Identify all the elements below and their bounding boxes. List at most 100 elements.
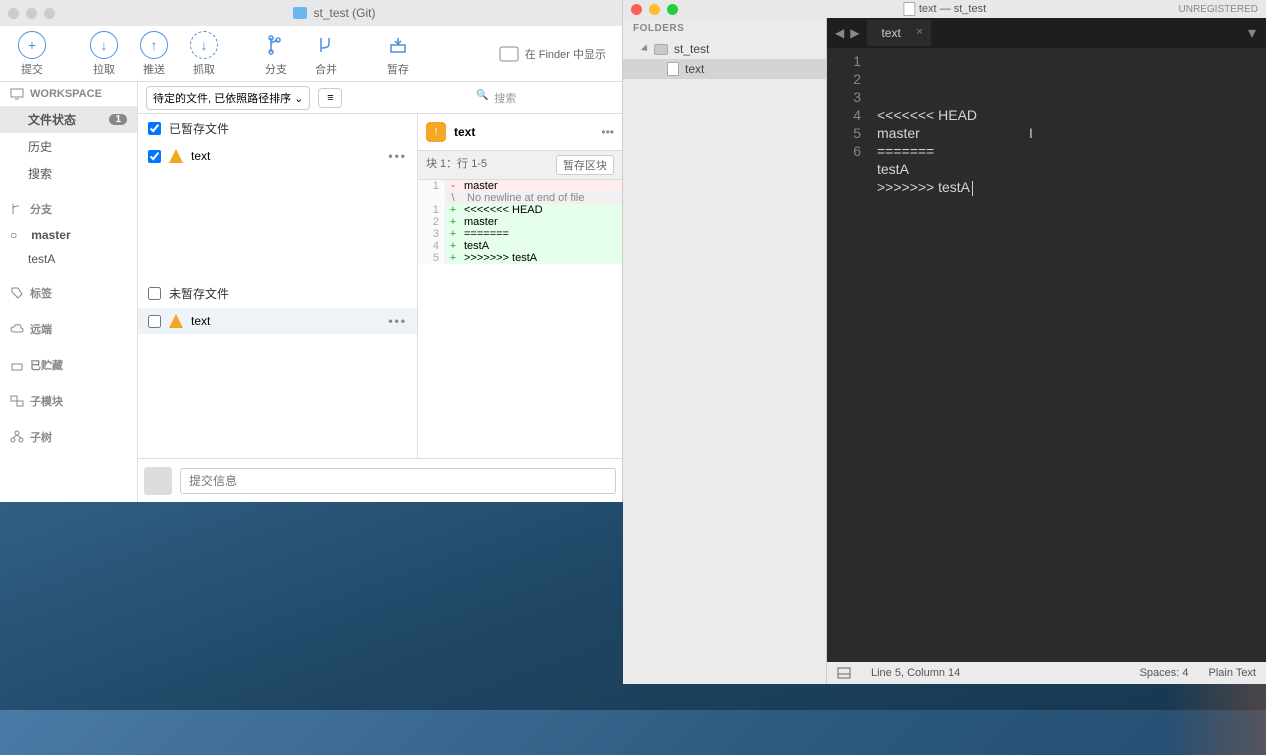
unstaged-checkbox[interactable] xyxy=(148,287,161,300)
show-in-finder-button[interactable]: 在 Finder 中显示 xyxy=(491,46,614,62)
filter-dropdown[interactable]: 待定的文件, 已依照路径排序 ⌄ xyxy=(146,86,310,110)
file-menu-icon[interactable]: ••• xyxy=(388,149,407,163)
close-button[interactable] xyxy=(631,4,642,15)
sourcetree-titlebar[interactable]: st_test (Git) xyxy=(0,0,622,26)
diff-content[interactable]: 1-master\ No newline at end of file1+<<<… xyxy=(418,180,622,264)
workspace-header: WORKSPACE xyxy=(0,82,137,106)
user-avatar xyxy=(144,467,172,495)
tags-header[interactable]: 标签 xyxy=(0,279,137,307)
editor-area: ◀ ▶ text × ▾ 123456 I <<<<<<< HEADmaster… xyxy=(827,18,1266,684)
fetch-button[interactable]: ↓ 抓取 xyxy=(180,27,228,81)
commit-button[interactable]: + 提交 xyxy=(8,27,56,81)
pull-button[interactable]: ↓ 拉取 xyxy=(80,27,128,81)
tab-menu-icon[interactable]: ▾ xyxy=(1238,23,1266,43)
sidebar-history[interactable]: 历史 xyxy=(0,133,137,160)
file-pane: 已暂存文件 text ••• 未暂存文件 xyxy=(138,114,418,458)
panel-icon[interactable] xyxy=(837,667,851,679)
folders-header: FOLDERS xyxy=(623,18,826,39)
commit-message-input[interactable] xyxy=(180,468,616,494)
commit-icon: + xyxy=(18,31,46,59)
staged-checkbox[interactable] xyxy=(148,122,161,135)
tab-prev-icon[interactable]: ◀ xyxy=(833,24,846,42)
conflict-icon xyxy=(169,314,183,328)
branch-button[interactable]: 分支 xyxy=(252,27,300,81)
minimize-button[interactable] xyxy=(26,8,37,19)
traffic-lights xyxy=(631,4,678,15)
stash-icon xyxy=(384,31,412,59)
tab-next-icon[interactable]: ▶ xyxy=(848,24,861,42)
syntax-setting[interactable]: Plain Text xyxy=(1209,667,1257,679)
subtree-header[interactable]: 子树 xyxy=(0,423,137,451)
branch-header[interactable]: 分支 xyxy=(0,195,137,223)
staged-header[interactable]: 已暂存文件 xyxy=(138,114,417,143)
traffic-lights xyxy=(8,8,55,19)
unstaged-file-text[interactable]: text ••• xyxy=(138,308,417,334)
window-title: text — st_test xyxy=(903,2,986,16)
diff-header: ! text ••• xyxy=(418,114,622,150)
main-panel: 待定的文件, 已依照路径排序 ⌄ ≡ 搜索 已暂存文件 text ••• xyxy=(138,82,622,502)
file-menu-icon[interactable]: ••• xyxy=(388,314,407,328)
folder-icon xyxy=(654,44,668,55)
file-checkbox[interactable] xyxy=(148,315,161,328)
gutter: 123456 xyxy=(827,48,871,662)
staged-file-text[interactable]: text ••• xyxy=(138,143,417,169)
diff-line[interactable]: 2+master xyxy=(418,216,622,228)
sidebar-file-status[interactable]: 文件状态 1 xyxy=(0,106,137,133)
code-content[interactable]: I <<<<<<< HEADmaster=======testA>>>>>>> … xyxy=(871,48,1246,662)
diff-line[interactable]: 1+<<<<<<< HEAD xyxy=(418,204,622,216)
diff-options-icon[interactable]: ••• xyxy=(601,125,614,139)
search-input[interactable]: 搜索 xyxy=(469,86,614,110)
toolbar: + 提交 ↓ 拉取 ↑ 推送 ↓ 抓取 分支 合并 暂存 xyxy=(0,26,622,82)
tab-close-icon[interactable]: × xyxy=(916,26,922,38)
view-mode-button[interactable]: ≡ xyxy=(318,88,342,108)
diff-pane: ! text ••• 块 1：行 1-5 暂存区块 1-master\ No n… xyxy=(418,114,622,458)
minimize-button[interactable] xyxy=(649,4,660,15)
submodule-header[interactable]: 子模块 xyxy=(0,387,137,415)
title-text: st_test (Git) xyxy=(313,6,375,20)
sublime-titlebar[interactable]: text — st_test UNREGISTERED xyxy=(623,0,1266,18)
stashed-header[interactable]: 已贮藏 xyxy=(0,351,137,379)
pull-icon: ↓ xyxy=(90,31,118,59)
tab-text[interactable]: text × xyxy=(867,20,930,46)
push-button[interactable]: ↑ 推送 xyxy=(130,27,178,81)
file-text[interactable]: text xyxy=(623,59,826,79)
tab-bar: ◀ ▶ text × ▾ xyxy=(827,18,1266,48)
diff-line[interactable]: \ No newline at end of file xyxy=(418,192,622,204)
sourcetree-window: st_test (Git) + 提交 ↓ 拉取 ↑ 推送 ↓ 抓取 分支 合并 xyxy=(0,0,623,502)
minimap[interactable] xyxy=(1246,48,1266,662)
remote-header[interactable]: 远端 xyxy=(0,315,137,343)
maximize-button[interactable] xyxy=(44,8,55,19)
diff-line[interactable]: 3+======= xyxy=(418,228,622,240)
filter-row: 待定的文件, 已依照路径排序 ⌄ ≡ 搜索 xyxy=(138,82,622,114)
diff-line[interactable]: 1-master xyxy=(418,180,622,192)
indent-setting[interactable]: Spaces: 4 xyxy=(1140,667,1189,679)
monitor-icon xyxy=(10,88,24,100)
stage-hunk-button[interactable]: 暂存区块 xyxy=(556,155,614,175)
branch-icon xyxy=(10,202,24,216)
branch-master[interactable]: master xyxy=(0,223,137,247)
conflict-icon xyxy=(169,149,183,163)
sidebar-search[interactable]: 搜索 xyxy=(0,160,137,187)
folder-st_test[interactable]: st_test xyxy=(623,39,826,59)
file-checkbox[interactable] xyxy=(148,150,161,163)
unstaged-header[interactable]: 未暂存文件 xyxy=(138,279,417,308)
close-button[interactable] xyxy=(8,8,19,19)
disclosure-triangle-icon[interactable] xyxy=(641,44,650,53)
sublime-sidebar: FOLDERS st_test text xyxy=(623,18,827,684)
folder-icon xyxy=(293,7,307,19)
stash-button[interactable]: 暂存 xyxy=(374,27,422,81)
branch-testA[interactable]: testA xyxy=(0,247,137,271)
unregistered-label: UNREGISTERED xyxy=(1179,4,1258,15)
code-editor[interactable]: 123456 I <<<<<<< HEADmaster=======testA>… xyxy=(827,48,1266,662)
diff-filename: text xyxy=(454,125,475,139)
maximize-button[interactable] xyxy=(667,4,678,15)
cloud-icon xyxy=(10,323,24,335)
diff-line[interactable]: 5+>>>>>>> testA xyxy=(418,252,622,264)
merge-button[interactable]: 合并 xyxy=(302,27,350,81)
diff-line[interactable]: 4+testA xyxy=(418,240,622,252)
merge-icon xyxy=(312,31,340,59)
cursor-position[interactable]: Line 5, Column 14 xyxy=(871,667,960,679)
subtree-icon xyxy=(10,430,24,444)
sidebar: WORKSPACE 文件状态 1 历史 搜索 分支 master testA 标… xyxy=(0,82,138,502)
stash-icon xyxy=(10,359,24,371)
